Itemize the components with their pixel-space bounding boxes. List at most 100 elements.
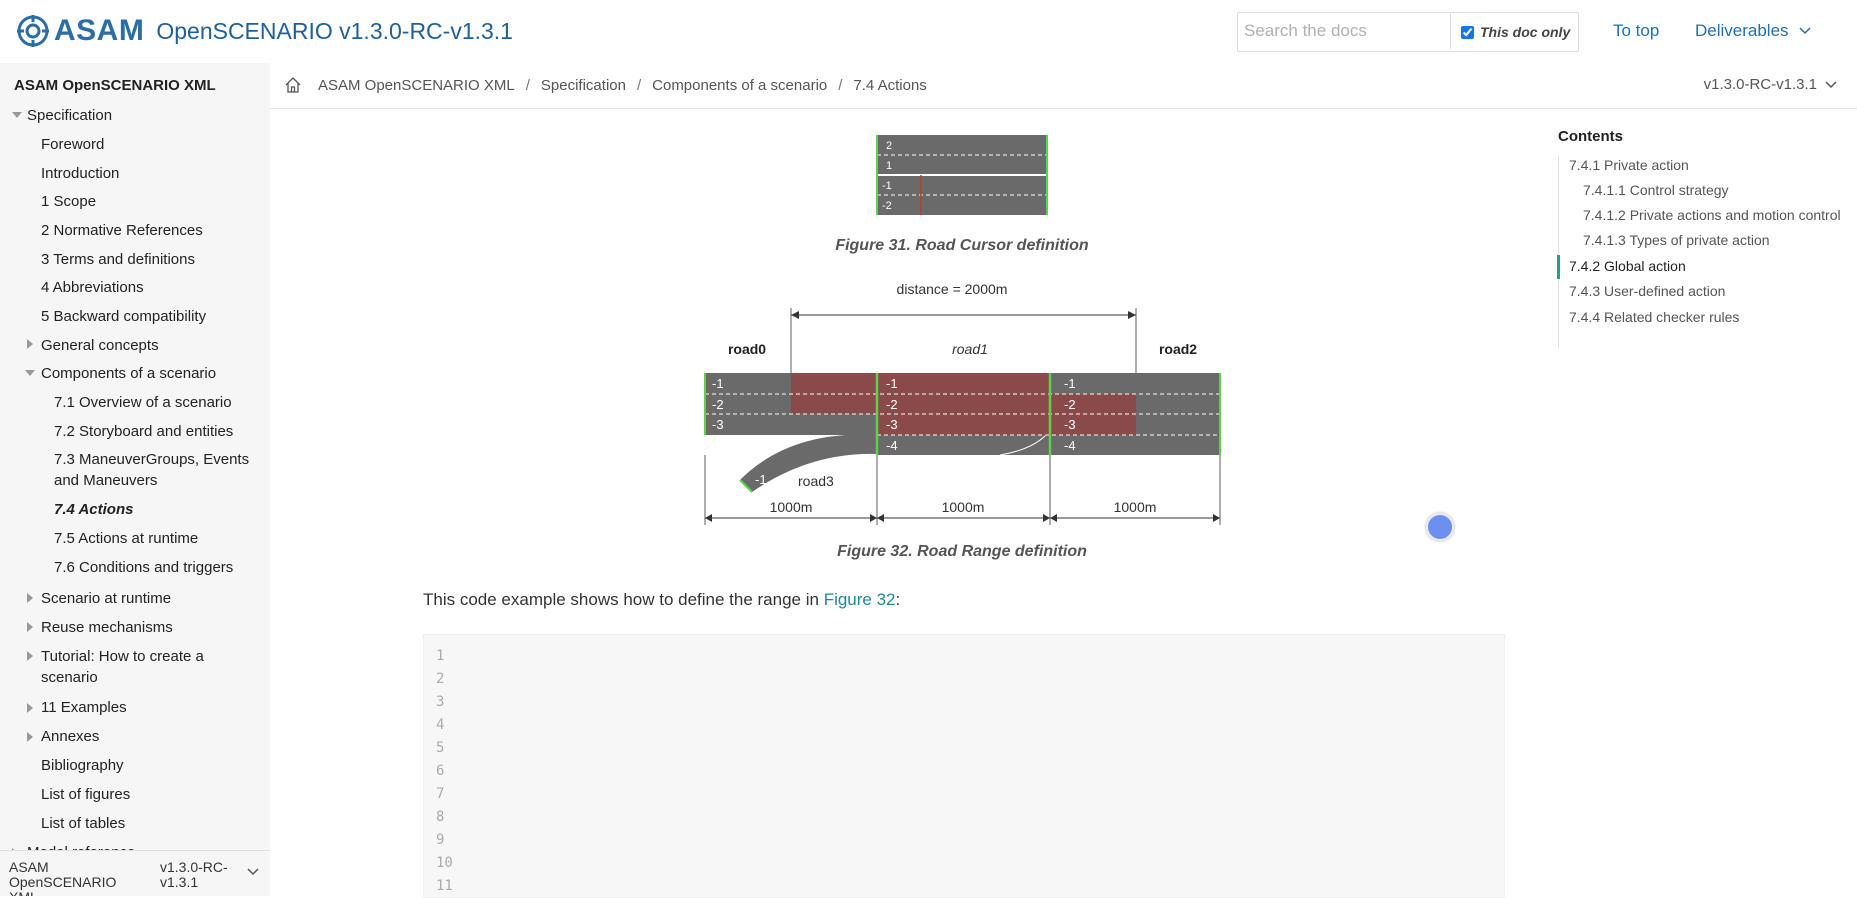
paragraph-text: This code example shows how to define th… xyxy=(423,590,824,609)
nav-item-introduction[interactable]: Introduction xyxy=(41,163,241,184)
search-input[interactable] xyxy=(1238,13,1451,49)
figure-31-caption: Figure 31. Road Cursor definition xyxy=(835,237,1089,254)
floating-action-button[interactable] xyxy=(1426,513,1454,541)
fig32-lane-label: -1 xyxy=(886,376,898,391)
home-icon[interactable] xyxy=(284,76,302,94)
chevron-down-icon xyxy=(1825,80,1837,88)
nav-item-backward[interactable]: 5 Backward compatibility xyxy=(41,306,241,327)
nav-item-7-2[interactable]: 7.2 Storyboard and entities xyxy=(54,421,254,442)
nav-item-scope[interactable]: 1 Scope xyxy=(41,191,241,212)
nav-item-general[interactable]: General concepts xyxy=(41,335,241,356)
breadcrumb-current: 7.4 Actions xyxy=(853,76,927,94)
figure-32-link[interactable]: Figure 32 xyxy=(824,590,896,609)
toc-item-7-4-1-3[interactable]: 7.4.1.3 Types of private action xyxy=(1583,232,1770,248)
nav-item-terms[interactable]: 3 Terms and definitions xyxy=(41,249,241,270)
nav-item-bibliography[interactable]: Bibliography xyxy=(41,755,241,776)
fig32-segment-label: 1000m xyxy=(770,499,813,515)
home-logo[interactable]: ASAM OpenSCENARIO v1.3.0-RC-v1.3.1 xyxy=(16,14,513,48)
toc-item-7-4-3[interactable]: 7.4.3 User-defined action xyxy=(1569,283,1725,299)
fig32-segment-label: 1000m xyxy=(1114,499,1157,515)
nav-item-examples[interactable]: 11 Examples xyxy=(41,697,241,718)
footer-version: v1.3.0-RC-v1.3.1 xyxy=(160,859,228,890)
caret-right-icon[interactable] xyxy=(27,732,33,742)
fig32-lane-label: -3 xyxy=(712,417,724,432)
fig32-road1-label: road1 xyxy=(952,341,988,357)
nav-item-7-6[interactable]: 7.6 Conditions and triggers xyxy=(54,557,254,578)
caret-right-icon[interactable] xyxy=(27,622,33,632)
fig32-lane-label: -3 xyxy=(886,417,898,432)
footer-component-name: ASAM OpenSCENARIO XML xyxy=(9,859,117,897)
doc-only-checkbox[interactable] xyxy=(1461,25,1474,39)
line-number: 10 xyxy=(436,855,453,871)
line-number: 1 xyxy=(436,648,445,664)
nav-item-7-1[interactable]: 7.1 Overview of a scenario xyxy=(54,392,254,413)
fig31-lane-label: 2 xyxy=(886,140,892,152)
fig32-lane-label: -4 xyxy=(1064,438,1076,453)
line-number: 2 xyxy=(436,671,445,687)
fig32-lane-label: -2 xyxy=(886,397,898,412)
fig31-lane-label: -1 xyxy=(882,180,892,192)
nav-item-tables[interactable]: List of tables xyxy=(41,813,241,834)
toc-item-7-4-1-2[interactable]: 7.4.1.2 Private actions and motion contr… xyxy=(1583,207,1841,223)
breadcrumb: ASAM OpenSCENARIO XML / Specification / … xyxy=(284,76,927,94)
toc-item-7-4-2[interactable]: 7.4.2 Global action xyxy=(1569,258,1686,274)
body-paragraph: This code example shows how to define th… xyxy=(423,590,900,610)
caret-right-icon[interactable] xyxy=(27,593,33,603)
version-selector[interactable]: v1.3.0-RC-v1.3.1 xyxy=(1704,76,1837,93)
breadcrumb-bar: ASAM OpenSCENARIO XML / Specification / … xyxy=(270,63,1857,109)
nav-item-specification[interactable]: Specification xyxy=(27,105,227,126)
fig32-lane-label: -2 xyxy=(712,397,724,412)
fig32-lane-label: -4 xyxy=(886,438,898,453)
doc-only-toggle[interactable]: This doc only xyxy=(1451,13,1570,51)
caret-right-icon[interactable] xyxy=(27,339,33,349)
toc-item-7-4-4[interactable]: 7.4.4 Related checker rules xyxy=(1569,309,1739,325)
site-title[interactable]: OpenSCENARIO v1.3.0-RC-v1.3.1 xyxy=(156,18,513,45)
figure-31-road-cursor-diagram: 2 1 -1 -2 xyxy=(876,135,1048,215)
doc-only-label: This doc only xyxy=(1480,24,1571,40)
code-block[interactable]: 1 2 3 4 5 6 7 8 9 10 11 xyxy=(423,634,1505,898)
nav-item-runtime[interactable]: Scenario at runtime xyxy=(41,588,241,609)
nav-item-reuse[interactable]: Reuse mechanisms xyxy=(41,617,241,638)
caret-right-icon[interactable] xyxy=(27,651,33,661)
nav-component-title[interactable]: ASAM OpenSCENARIO XML xyxy=(14,77,216,94)
nav-item-figures[interactable]: List of figures xyxy=(41,784,241,805)
fig32-lane-label: -1 xyxy=(755,472,767,487)
to-top-link[interactable]: To top xyxy=(1613,21,1659,41)
version-label: v1.3.0-RC-v1.3.1 xyxy=(1703,76,1817,93)
toc-item-7-4-1[interactable]: 7.4.1 Private action xyxy=(1569,157,1689,173)
nav-item-tutorial[interactable]: Tutorial: How to create a scenario xyxy=(41,646,231,688)
figure-32-caption: Figure 32. Road Range definition xyxy=(837,543,1087,560)
nav-item-abbreviations[interactable]: 4 Abbreviations xyxy=(41,277,241,298)
breadcrumb-components[interactable]: Components of a scenario xyxy=(652,77,827,94)
breadcrumb-specification[interactable]: Specification xyxy=(541,77,626,94)
logo-text: ASAM xyxy=(54,14,145,47)
caret-right-icon[interactable] xyxy=(27,703,33,713)
nav-item-7-3[interactable]: 7.3 ManeuverGroups, Events and Maneuvers xyxy=(54,449,254,491)
toc-active-indicator xyxy=(1557,255,1560,279)
caret-down-icon[interactable] xyxy=(12,112,22,118)
sidebar-nav: ASAM OpenSCENARIO XML Specification Fore… xyxy=(0,63,270,896)
nav-item-annexes[interactable]: Annexes xyxy=(41,726,241,747)
toc-title: Contents xyxy=(1558,128,1623,145)
toc-rail xyxy=(1558,156,1559,348)
nav-item-normative[interactable]: 2 Normative References xyxy=(41,220,241,241)
fig31-lane-label: -2 xyxy=(882,200,892,212)
nav-item-7-4-current[interactable]: 7.4 Actions xyxy=(54,499,254,520)
component-version-selector[interactable]: ASAM OpenSCENARIO XML v1.3.0-RC-v1.3.1 xyxy=(0,850,270,896)
nav-item-foreword[interactable]: Foreword xyxy=(41,134,241,155)
fig32-road3-label: road3 xyxy=(798,473,834,489)
caret-down-icon[interactable] xyxy=(25,370,35,376)
nav-item-7-5[interactable]: 7.5 Actions at runtime xyxy=(54,528,254,549)
line-number: 8 xyxy=(436,809,445,825)
line-number: 11 xyxy=(436,878,453,894)
fig32-distance-label: distance = 2000m xyxy=(897,281,1008,297)
line-number: 6 xyxy=(436,763,445,779)
search-box: This doc only xyxy=(1237,12,1579,52)
line-number: 7 xyxy=(436,786,445,802)
deliverables-menu[interactable]: Deliverables xyxy=(1695,21,1811,41)
toc-item-7-4-1-1[interactable]: 7.4.1.1 Control strategy xyxy=(1583,182,1729,198)
breadcrumb-component[interactable]: ASAM OpenSCENARIO XML xyxy=(318,77,515,94)
chevron-down-icon xyxy=(1799,27,1811,35)
nav-item-components[interactable]: Components of a scenario xyxy=(41,363,241,384)
chevron-down-icon xyxy=(247,868,259,876)
